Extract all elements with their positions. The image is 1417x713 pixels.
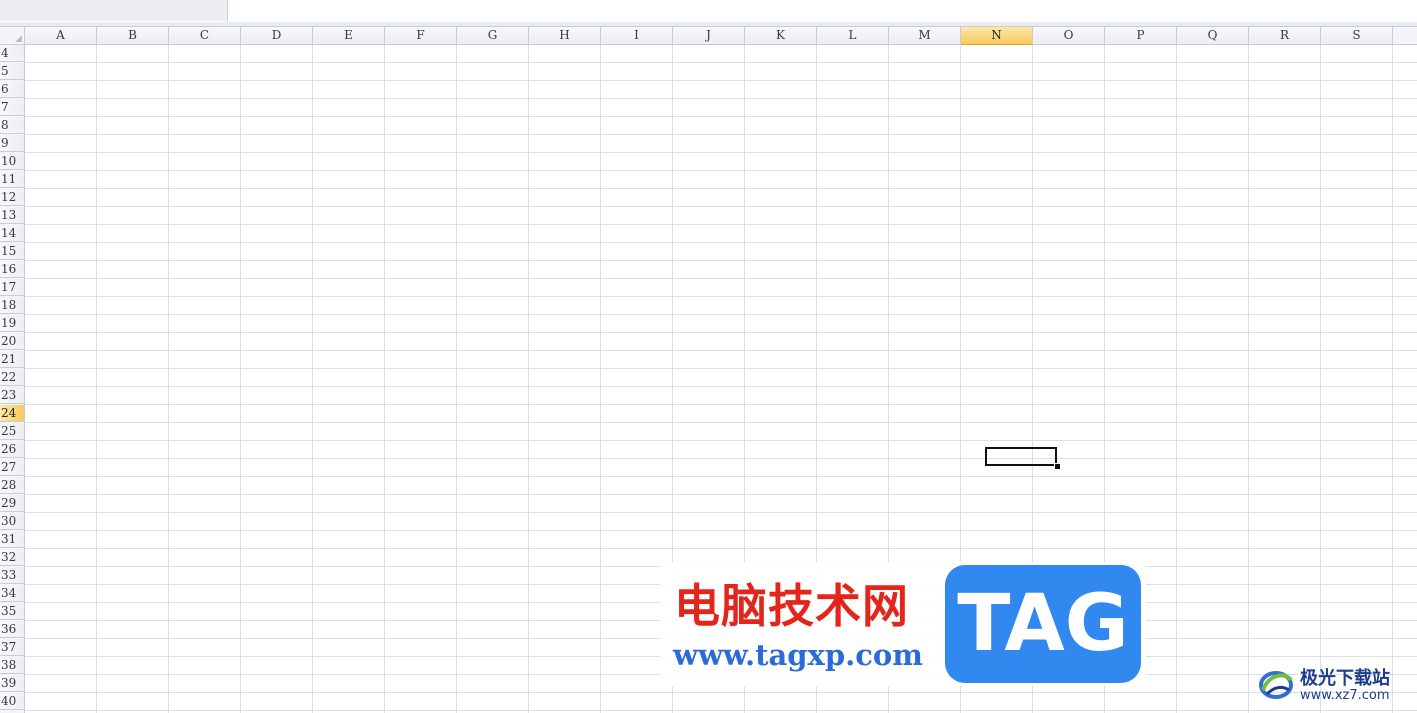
- row-header-14[interactable]: 14: [0, 225, 24, 242]
- row-header-23[interactable]: 23: [0, 387, 24, 404]
- aurora-swirl-icon: [1259, 671, 1293, 699]
- column-header-h[interactable]: H: [529, 27, 601, 44]
- row-header-7[interactable]: 7: [0, 99, 24, 116]
- row-header-10[interactable]: 10: [0, 153, 24, 170]
- column-header-bar: ABCDEFGHIJKLMNOPQRS: [0, 27, 1417, 45]
- row-header-12[interactable]: 12: [0, 189, 24, 206]
- formula-bar: [0, 0, 1417, 23]
- column-header-r[interactable]: R: [1249, 27, 1321, 44]
- row-header-39[interactable]: 39: [0, 675, 24, 692]
- row-header-29[interactable]: 29: [0, 495, 24, 512]
- row-header-16[interactable]: 16: [0, 261, 24, 278]
- column-header-l[interactable]: L: [817, 27, 889, 44]
- watermark-tag-text: TAG: [957, 579, 1129, 669]
- row-header-25[interactable]: 25: [0, 423, 24, 440]
- row-header-6[interactable]: 6: [0, 81, 24, 98]
- row-header-28[interactable]: 28: [0, 477, 24, 494]
- row-header-18[interactable]: 18: [0, 297, 24, 314]
- column-header-o[interactable]: O: [1033, 27, 1105, 44]
- row-header-21[interactable]: 21: [0, 351, 24, 368]
- row-header-22[interactable]: 22: [0, 369, 24, 386]
- row-header-26[interactable]: 26: [0, 441, 24, 458]
- row-header-36[interactable]: 36: [0, 621, 24, 638]
- row-header-37[interactable]: 37: [0, 639, 24, 656]
- fill-handle[interactable]: [1054, 463, 1061, 470]
- watermark-url: www.tagxp.com: [673, 638, 923, 672]
- column-header-c[interactable]: C: [169, 27, 241, 44]
- column-header-q[interactable]: Q: [1177, 27, 1249, 44]
- column-header-e[interactable]: E: [313, 27, 385, 44]
- row-header-32[interactable]: 32: [0, 549, 24, 566]
- row-header-13[interactable]: 13: [0, 207, 24, 224]
- column-header-i[interactable]: I: [601, 27, 673, 44]
- row-header-20[interactable]: 20: [0, 333, 24, 350]
- corner-logo-url: www.xz7.com: [1300, 688, 1390, 703]
- row-header-40[interactable]: 40: [0, 693, 24, 710]
- watermark-tag-badge: TAG: [945, 565, 1141, 683]
- column-header-m[interactable]: M: [889, 27, 961, 44]
- row-header-30[interactable]: 30: [0, 513, 24, 530]
- column-header-f[interactable]: F: [385, 27, 457, 44]
- column-header-j[interactable]: J: [673, 27, 745, 44]
- row-header-9[interactable]: 9: [0, 135, 24, 152]
- column-header-b[interactable]: B: [97, 27, 169, 44]
- row-header-5[interactable]: 5: [0, 63, 24, 80]
- formula-input[interactable]: [229, 0, 1417, 21]
- row-header-33[interactable]: 33: [0, 567, 24, 584]
- corner-logo-name: 极光下载站: [1300, 668, 1390, 689]
- row-header-31[interactable]: 31: [0, 531, 24, 548]
- column-header-k[interactable]: K: [745, 27, 817, 44]
- row-header-38[interactable]: 38: [0, 657, 24, 674]
- watermark-title: 电脑技术网: [674, 579, 909, 633]
- column-header-n[interactable]: N: [961, 27, 1033, 45]
- row-header-34[interactable]: 34: [0, 585, 24, 602]
- row-header-35[interactable]: 35: [0, 603, 24, 620]
- row-header-27[interactable]: 27: [0, 459, 24, 476]
- row-header-11[interactable]: 11: [0, 171, 24, 188]
- row-header-4[interactable]: 4: [0, 45, 24, 62]
- row-header-bar: 4 5 6 7 8 9 10 11 12 13 14 15 16 17 18 19 20 21 22 23 24 25 26…: [0, 45, 25, 713]
- select-all-corner[interactable]: [0, 27, 25, 44]
- select-all-triangle-icon: [15, 35, 22, 42]
- column-header-d[interactable]: D: [241, 27, 313, 44]
- column-header-p[interactable]: P: [1105, 27, 1177, 44]
- column-header-g[interactable]: G: [457, 27, 529, 44]
- row-header-17[interactable]: 17: [0, 279, 24, 296]
- row-header-24[interactable]: 24: [0, 405, 24, 422]
- column-header-s[interactable]: S: [1321, 27, 1393, 44]
- row-header-19[interactable]: 19: [0, 315, 24, 332]
- row-header-8[interactable]: 8: [0, 117, 24, 134]
- row-header-15[interactable]: 15: [0, 243, 24, 260]
- name-box[interactable]: [0, 0, 228, 21]
- active-cell-N24[interactable]: [985, 447, 1057, 466]
- column-header-a[interactable]: A: [25, 27, 97, 44]
